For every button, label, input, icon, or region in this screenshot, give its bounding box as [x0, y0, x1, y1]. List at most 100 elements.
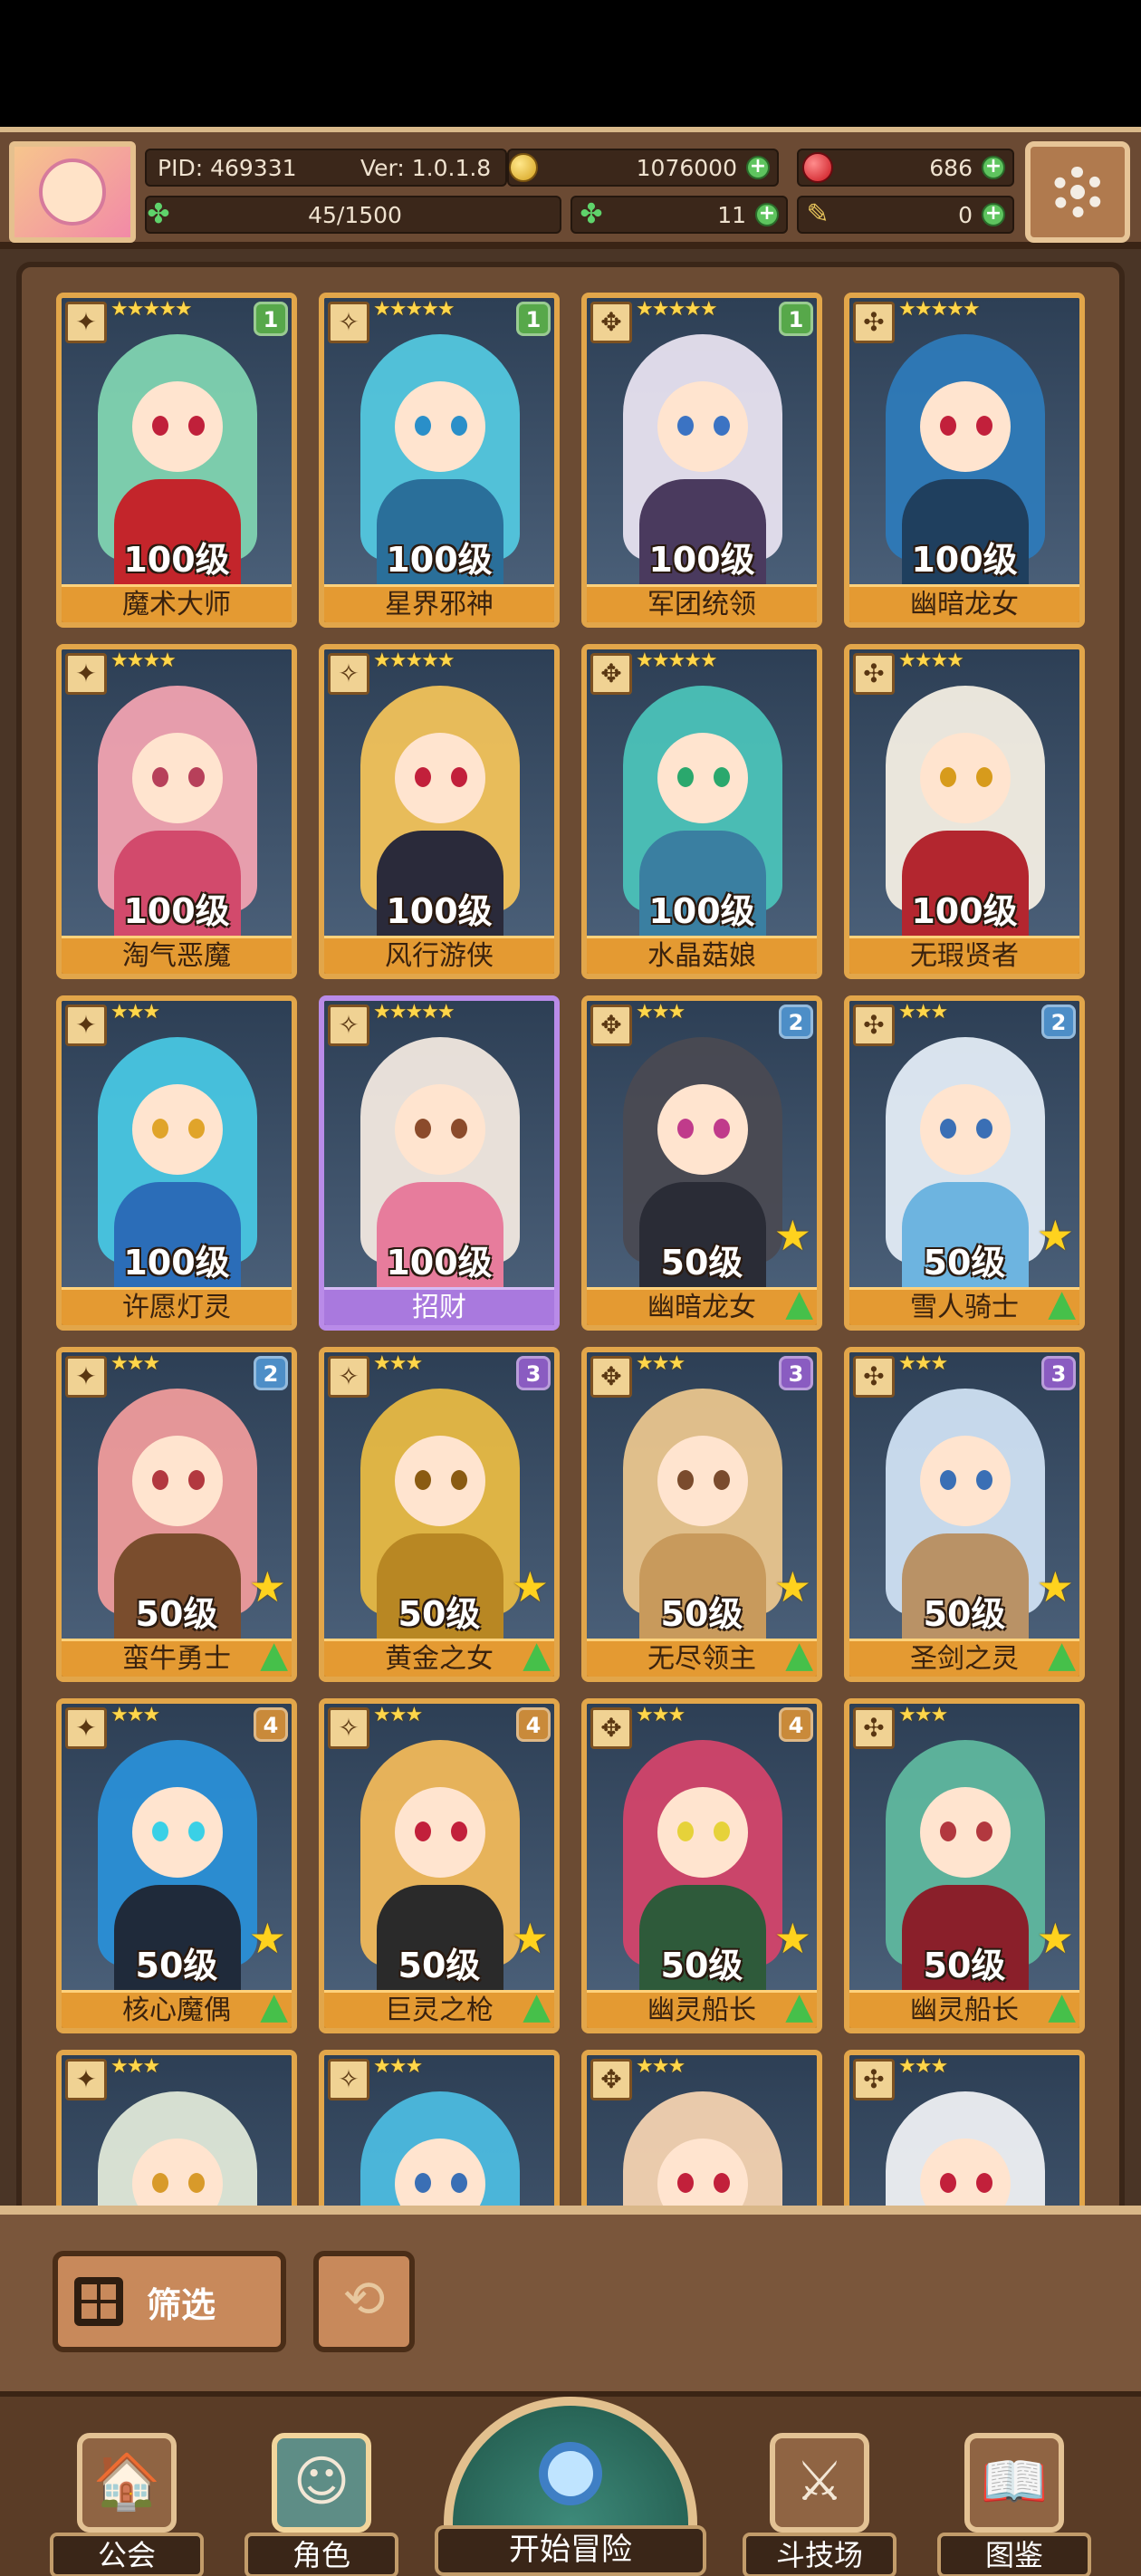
character-card[interactable]: ✦ ★★★ 2 50级 蛮牛勇士 ★ ▲	[56, 1347, 297, 1682]
portrait-face	[395, 733, 485, 823]
add-gold-plus-icon[interactable]: +	[746, 156, 770, 179]
character-card[interactable]: ✧ ★★★★★ 100级 招财	[319, 995, 560, 1331]
portrait-eye	[940, 1119, 956, 1139]
character-card[interactable]: ✦ ★★★★★ 1 100级 魔术大师	[56, 293, 297, 628]
portrait-eye	[152, 1119, 168, 1139]
character-level: 100级	[911, 540, 1018, 580]
character-card[interactable]: ✧ ★★★ 4 50级 巨灵之枪 ★ ▲	[319, 1698, 560, 2033]
nav-character[interactable]: ☺ 角色	[244, 2424, 398, 2576]
character-card[interactable]: ✥ ★★★ 4 50级 幽灵船长 ★ ▲	[581, 1698, 822, 2033]
character-name: 风行游侠	[324, 936, 554, 974]
class-icon: ✥	[590, 1356, 632, 1398]
portrait-eye	[940, 2173, 956, 2193]
portrait-eye	[451, 1119, 467, 1139]
character-name: 无瑕贤者	[849, 936, 1079, 974]
rarity-stars: ★★★	[636, 1001, 686, 1024]
character-card[interactable]: ✥ ★★★ 3 50级 无尽领主 ★ ▲	[581, 1347, 822, 1682]
rarity-stars: ★★★	[110, 1704, 160, 1726]
add-gem-plus-icon[interactable]: +	[982, 156, 1005, 179]
settings-button[interactable]	[1025, 141, 1130, 243]
grid-filter-icon	[74, 2277, 123, 2326]
portrait-face	[132, 1084, 223, 1175]
portrait-eye	[415, 1470, 431, 1490]
nav-codex-label: 图鉴	[937, 2533, 1091, 2576]
nav-character-label: 角色	[244, 2533, 398, 2576]
filter-button[interactable]: 筛选	[53, 2251, 286, 2352]
nav-arena[interactable]: ⚔ 斗技场	[743, 2424, 896, 2576]
portrait-face	[657, 1787, 748, 1878]
feather-counter: ✎ 0 +	[797, 196, 1014, 234]
portrait-eye	[940, 767, 956, 787]
portrait-eye	[415, 1119, 431, 1139]
character-level: 100级	[648, 540, 755, 580]
character-card[interactable]: ✣ ★★★★★ 100级 幽暗龙女	[844, 293, 1085, 628]
character-face-icon: ☺	[272, 2433, 371, 2533]
character-name: 核心魔偶	[62, 1990, 292, 2028]
class-icon: ✦	[65, 2059, 107, 2100]
rarity-stars: ★★★	[110, 1001, 160, 1024]
tier-badge: 3	[516, 1356, 551, 1390]
character-card[interactable]: ✦ ★★★★ 100级 淘气恶魔	[56, 644, 297, 979]
filter-bar: 筛选 ⟲	[0, 2206, 1141, 2391]
portrait-face	[395, 1436, 485, 1526]
character-card[interactable]: ✥ ★★★★★ 100级 水晶菇娘	[581, 644, 822, 979]
portrait-eye	[152, 2173, 168, 2193]
upgrade-arrow-icon: ▲	[1048, 1634, 1076, 1676]
player-id: PID: 469331	[158, 154, 297, 181]
rarity-stars: ★★★★	[898, 649, 964, 672]
clover-amount: 11	[717, 201, 746, 228]
character-name: 星界邪神	[324, 584, 554, 622]
tier-badge: 2	[254, 1356, 288, 1390]
rarity-stars: ★★★	[898, 1352, 948, 1375]
portrait-face	[657, 1084, 748, 1175]
character-card[interactable]: ✥ ★★★	[581, 2050, 822, 2206]
rarity-stars: ★★★	[373, 1352, 423, 1375]
rarity-stars: ★★★	[110, 1352, 160, 1375]
character-card[interactable]: ✣ ★★★	[844, 2050, 1085, 2206]
tier-badge: 4	[516, 1707, 551, 1742]
character-card[interactable]: ✧ ★★★	[319, 2050, 560, 2206]
rarity-stars: ★★★★★	[373, 1001, 455, 1024]
add-clover-plus-icon[interactable]: +	[755, 203, 779, 226]
character-card[interactable]: ✦ ★★★ 4 50级 核心魔偶 ★ ▲	[56, 1698, 297, 2033]
add-feather-plus-icon[interactable]: +	[982, 203, 1005, 226]
refresh-button[interactable]: ⟲	[313, 2251, 415, 2352]
character-card[interactable]: ✦ ★★★ 100级 许愿灯灵	[56, 995, 297, 1331]
character-name: 许愿灯灵	[62, 1287, 292, 1325]
gold-counter: 1076000 +	[507, 149, 779, 187]
tier-badge: 1	[779, 302, 813, 336]
red-gem-icon	[802, 152, 833, 183]
stamina-amount: 45/1500	[308, 201, 402, 228]
character-grid-panel: ✦ ★★★★★ 1 100级 魔术大师 ✧ ★★★★★ 1 100级 星界邪神 ✥ ★★★★★ 1 100…	[0, 249, 1141, 2206]
character-level: 100级	[648, 891, 755, 931]
nav-codex[interactable]: 📖 图鉴	[937, 2424, 1091, 2576]
upgrade-star-icon: ★	[1036, 1914, 1074, 1963]
nav-start-adventure[interactable]: 开始冒险	[435, 2397, 706, 2576]
nav-guild[interactable]: 🏠 公会	[50, 2424, 204, 2576]
upgrade-star-icon: ★	[511, 1562, 549, 1611]
upgrade-arrow-icon: ▲	[523, 1634, 551, 1676]
tier-badge: 2	[1041, 1004, 1076, 1039]
character-card[interactable]: ✣ ★★★ 50级 幽灵船长 ★ ▲	[844, 1698, 1085, 2033]
system-status-bar	[0, 0, 1141, 127]
character-name: 淘气恶魔	[62, 936, 292, 974]
portrait-eye	[152, 1470, 168, 1490]
portrait-face	[132, 1436, 223, 1526]
character-card[interactable]: ✦ ★★★	[56, 2050, 297, 2206]
character-card[interactable]: ✣ ★★★★ 100级 无瑕贤者	[844, 644, 1085, 979]
class-icon: ✥	[590, 1004, 632, 1046]
character-card[interactable]: ✥ ★★★ 2 50级 幽暗龙女 ★ ▲	[581, 995, 822, 1331]
upgrade-arrow-icon: ▲	[785, 1634, 813, 1676]
character-card[interactable]: ✣ ★★★ 3 50级 圣剑之灵 ★ ▲	[844, 1347, 1085, 1682]
class-icon: ✣	[853, 1356, 895, 1398]
character-card[interactable]: ✧ ★★★ 3 50级 黄金之女 ★ ▲	[319, 1347, 560, 1682]
player-avatar[interactable]	[9, 141, 136, 243]
feather-icon: ✎	[806, 198, 829, 230]
character-card[interactable]: ✥ ★★★★★ 1 100级 军团统领	[581, 293, 822, 628]
character-card[interactable]: ✣ ★★★ 2 50级 雪人骑士 ★ ▲	[844, 995, 1085, 1331]
character-card[interactable]: ✧ ★★★★★ 100级 风行游侠	[319, 644, 560, 979]
guild-building-icon: 🏠	[77, 2433, 177, 2533]
upgrade-star-icon: ★	[511, 1914, 549, 1963]
portrait-eye	[451, 1470, 467, 1490]
character-card[interactable]: ✧ ★★★★★ 1 100级 星界邪神	[319, 293, 560, 628]
